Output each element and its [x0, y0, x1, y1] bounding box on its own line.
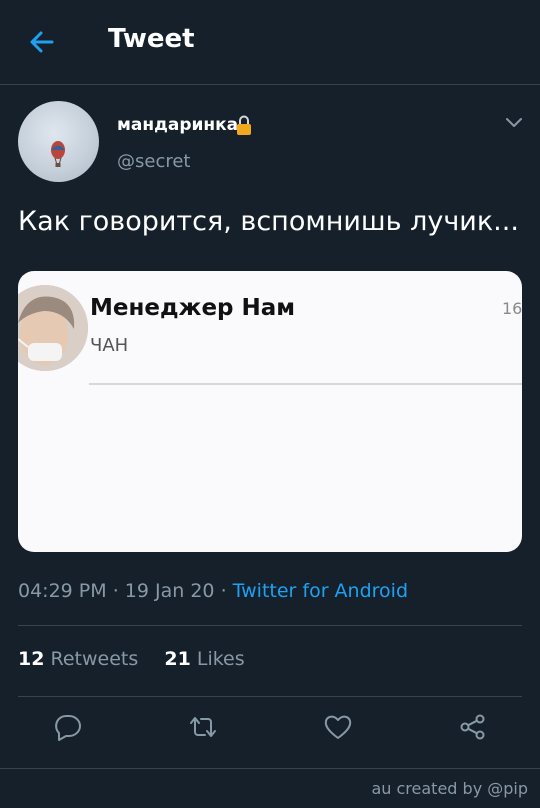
divider [18, 625, 522, 626]
display-name[interactable]: мандаринка [117, 115, 238, 135]
tweet-date: 19 Jan 20 [124, 580, 215, 602]
share-icon[interactable] [458, 712, 488, 742]
contact-time: 16 [502, 299, 522, 318]
likes-stat[interactable]: 21 Likes [164, 648, 244, 670]
divider [18, 696, 522, 697]
tweet-actions [0, 712, 540, 754]
contact-name: Менеджер Нам [90, 295, 296, 321]
tweet-text: Как говорится, вспомнишь лучик... [18, 206, 519, 237]
contact-avatar [18, 285, 88, 371]
retweets-stat[interactable]: 12 Retweets [18, 648, 138, 670]
lock-icon [237, 115, 251, 135]
user-handle[interactable]: @secret [117, 151, 191, 172]
retweets-count: 12 [18, 648, 45, 670]
retweet-icon[interactable] [188, 712, 218, 742]
tweet-time: 04:29 PM [18, 580, 107, 602]
separator-dot: · [220, 580, 233, 602]
likes-label: Likes [196, 648, 245, 670]
balloon-image [51, 141, 65, 167]
retweets-label: Retweets [50, 648, 139, 670]
separator-dot: · [112, 580, 125, 602]
contact-divider [89, 383, 522, 385]
divider [0, 768, 540, 769]
tweet-source-link[interactable]: Twitter for Android [233, 580, 408, 602]
arrow-left-icon[interactable] [28, 28, 56, 56]
tweet-stats: 12 Retweets 21 Likes [18, 648, 245, 670]
contact-photo [18, 285, 88, 371]
contact-subtitle: ЧАН [90, 335, 129, 356]
chevron-down-icon[interactable] [505, 116, 523, 130]
heart-icon[interactable] [323, 712, 353, 742]
reply-icon[interactable] [53, 712, 83, 742]
avatar[interactable] [18, 101, 99, 182]
top-bar: Tweet [0, 0, 540, 85]
likes-count: 21 [164, 648, 191, 670]
tweet-media[interactable]: Менеджер Нам ЧАН 16 [18, 271, 522, 552]
page-title: Tweet [108, 24, 195, 54]
credit-text: au created by @pip [371, 779, 528, 798]
tweet-meta: 04:29 PM · 19 Jan 20 · Twitter for Andro… [18, 580, 408, 602]
